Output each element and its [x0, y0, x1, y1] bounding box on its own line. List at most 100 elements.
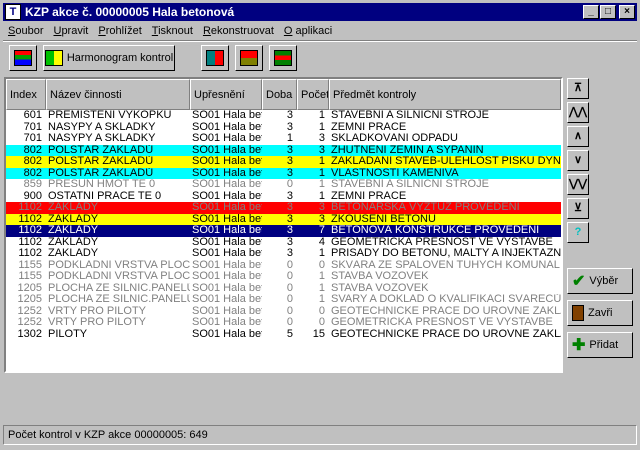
header-nazev[interactable]: Název činnosti [46, 79, 190, 110]
table-row[interactable]: 1155 PODKLADNÍ VRSTVA PLOCHYSO01 Hala bet… [6, 271, 561, 283]
table-row[interactable]: 701 NÁSYPY A SKLÁDKY SO01 Hala betonová 1 3S… [6, 133, 561, 145]
menu-label-rest: ekonstruovat [210, 25, 274, 37]
menu-item-0[interactable]: Soubor [3, 25, 48, 37]
menu-item-5[interactable]: O aplikaci [279, 25, 337, 37]
table-row[interactable]: 1205 PLOCHA ZE SILNIČ.PANELŮSO01 Hala bet… [6, 282, 561, 294]
harmonogram-icon [44, 50, 63, 66]
cell-doba: 3 [286, 167, 293, 179]
cell-nazev: PŘESUN HMOT TE 0 [48, 179, 156, 190]
table-row[interactable]: 1102 ZÁKLADY SO01 Hala betonová 3 4 GEOMETRIC… [6, 236, 561, 248]
harmonogram-button[interactable]: Harmonogram kontrol [43, 45, 175, 71]
header-predmet[interactable]: Předmět kontroly [329, 79, 561, 110]
menu-mnemonic: R [202, 25, 211, 37]
table-row[interactable]: 1155 PODKLADNÍ VRSTVA PLOCHYSO01 Hala bet… [6, 259, 561, 271]
cell-doba: 3 [286, 225, 293, 236]
table-row[interactable]: 1302 PILOTY SO01 Hala betonová 5 15 GEOTECHNI… [6, 328, 561, 340]
menu-item-1[interactable]: Upravit [48, 25, 93, 37]
cell-index: 1252 [17, 317, 42, 328]
cell-nazev: VRTY PRO PILOTY [48, 305, 147, 317]
table-row[interactable]: 1252VRTY PRO PILOTYSO01 Hala betonová00G… [6, 305, 561, 317]
cell-upresneni: SO01 Hala betonová [192, 248, 262, 259]
cell-upresneni: SO01 Hala betonová [192, 225, 262, 236]
header-pocet[interactable]: Počet [297, 79, 329, 110]
cell-pocet: 1 [318, 190, 325, 202]
cell-upresneni: SO01 Hala betonová [192, 271, 262, 282]
cell-nazev: ZÁKLADY [48, 202, 99, 213]
toolbar: Harmonogram kontrol [3, 43, 637, 75]
cell-predmet: SKLÁDKOVÁNÍ ODPADU [331, 133, 458, 144]
cell-pocet: 0 [318, 305, 325, 317]
help-button[interactable]: ? [567, 222, 589, 243]
cell-predmet: ZKOUŠENÍ BETONU [331, 213, 436, 225]
header-index[interactable]: Index [6, 79, 46, 110]
cell-predmet: GEOTECHNICKÉ PRÁCE DO ÚROVNĚ ZÁKLA [331, 328, 561, 340]
table-row[interactable]: 1205 PLOCHA ZE SILNIČ.PANELŮSO01 Hala bet… [6, 294, 561, 306]
table-row[interactable]: 1102 ZÁKLADY SO01 Hala betonová 3 7 BETONOVÁ … [6, 225, 561, 237]
toolbar-list-button[interactable] [269, 45, 297, 71]
next-record-button[interactable]: ∨ [567, 150, 589, 171]
menu-label-rest: isknout [158, 25, 193, 37]
vyber-label: Výběr [589, 275, 619, 287]
plus-icon: ✚ [572, 337, 586, 354]
table-row[interactable]: 601 PŘEMÍSTĚNÍ VÝKOPKU SO01 Hala betonová 3… [6, 110, 561, 122]
nav-arrow-icon: ⋁⋁ [568, 178, 588, 190]
table-row[interactable]: 802 POLŠTÁŘ ZÁKLADŮ SO01 Hala betonová 3 1 ZA… [6, 156, 561, 168]
maximize-button[interactable]: □ [600, 5, 616, 19]
cell-doba: 1 [286, 133, 293, 144]
menu-item-2[interactable]: Prohlížet [93, 25, 146, 37]
toolbar-tm-button[interactable] [235, 45, 263, 71]
cell-doba: 3 [286, 248, 293, 259]
cell-pocet: 1 [318, 167, 325, 179]
nav-arrow-icon: ⊻ [573, 202, 583, 214]
cell-nazev: ZÁKLADY [48, 248, 99, 259]
table-row[interactable]: 701 NÁSYPY A SKLÁDKY SO01 Hala betonová 3 1Z… [6, 121, 561, 133]
cell-index: 701 [23, 133, 42, 144]
transfer-icon [206, 50, 224, 66]
cell-doba: 0 [286, 282, 293, 294]
cell-nazev: POLŠTÁŘ ZÁKLADŮ [48, 167, 154, 179]
menu-item-4[interactable]: Rekonstruovat [198, 25, 279, 37]
table-row[interactable]: 1252VRTY PRO PILOTYSO01 Hala betonová00G… [6, 317, 561, 329]
cell-index: 1302 [17, 328, 42, 340]
table-row[interactable]: 802 POLŠTÁŘ ZÁKLADŮ SO01 Hala betonová 3 1 VL… [6, 167, 561, 179]
cell-pocet: 3 [318, 213, 325, 225]
minimize-button[interactable]: _ [583, 5, 599, 19]
table-row[interactable]: 1102 ZÁKLADY SO01 Hala betonová 3 3 BETONÁŘSK… [6, 202, 561, 214]
cell-nazev: POLŠTÁŘ ZÁKLADŮ [48, 156, 154, 167]
page-up-button[interactable]: ⋀⋀ [567, 102, 589, 123]
cell-pocet: 1 [318, 271, 325, 282]
close-button[interactable]: × [619, 5, 635, 19]
cell-predmet: ZAKLÁDÁNÍ STAVEB-ULEHLOST PÍSKU DYN [331, 156, 561, 167]
last-record-button[interactable]: ⊻ [567, 198, 589, 219]
app-icon[interactable]: T [5, 4, 21, 20]
table-row[interactable]: 859 PŘESUN HMOT TE 0 SO01 Hala betonová 0 1S… [6, 179, 561, 191]
cell-index: 900 [23, 190, 42, 202]
table-row[interactable]: 802 POLŠTÁŘ ZÁKLADŮ SO01 Hala betonová 3 3 ZH… [6, 144, 561, 156]
table-row[interactable]: 1102 ZÁKLADY SO01 Hala betonová 3 3 ZKOUŠENÍ … [6, 213, 561, 225]
cell-pocet: 15 [312, 328, 325, 340]
page-down-button[interactable]: ⋁⋁ [567, 174, 589, 195]
cell-predmet: GEOMETRICKÁ PŘESNOST VE VÝSTAVBĚ [331, 317, 553, 328]
vyber-button[interactable]: ✔ Výběr [567, 268, 633, 294]
cell-pocet: 3 [318, 202, 325, 213]
header-doba[interactable]: Doba [262, 79, 297, 110]
table-row[interactable]: 1102 ZÁKLADY SO01 Hala betonová 3 1 PŘÍSADY D… [6, 248, 561, 260]
table-row[interactable]: 900 OSTATNÍ PRÁCE TE 0 SO01 Hala betonová 3… [6, 190, 561, 202]
cell-upresneni: SO01 Hala betonová [192, 259, 262, 271]
header-upresneni[interactable]: Upřesnění [190, 79, 262, 110]
cell-upresneni: SO01 Hala betonová [192, 110, 262, 121]
cell-predmet: GEOMETRICKÁ PŘESNOST VE VÝSTAVBĚ [331, 236, 553, 248]
controls-grid[interactable]: Index Název činnosti Upřesnění Doba Poče… [4, 77, 563, 373]
prev-record-button[interactable]: ∧ [567, 126, 589, 147]
cell-upresneni: SO01 Hala betonová [192, 305, 262, 317]
toolbar-transfer-button[interactable] [201, 45, 229, 71]
first-record-button[interactable]: ⊼ [567, 78, 589, 99]
toolbar-kzp-button[interactable] [9, 45, 37, 71]
menu-item-3[interactable]: Tisknout [147, 25, 198, 37]
cell-nazev: PODKLADNÍ VRSTVA PLOCHY [48, 271, 190, 282]
cell-index: 1155 [18, 259, 42, 271]
pridat-button[interactable]: ✚ Přidat [567, 332, 633, 358]
cell-upresneni: SO01 Hala betonová [192, 282, 262, 294]
harmonogram-label: Harmonogram kontrol [66, 52, 174, 64]
zavri-button[interactable]: Zavři [567, 300, 633, 326]
